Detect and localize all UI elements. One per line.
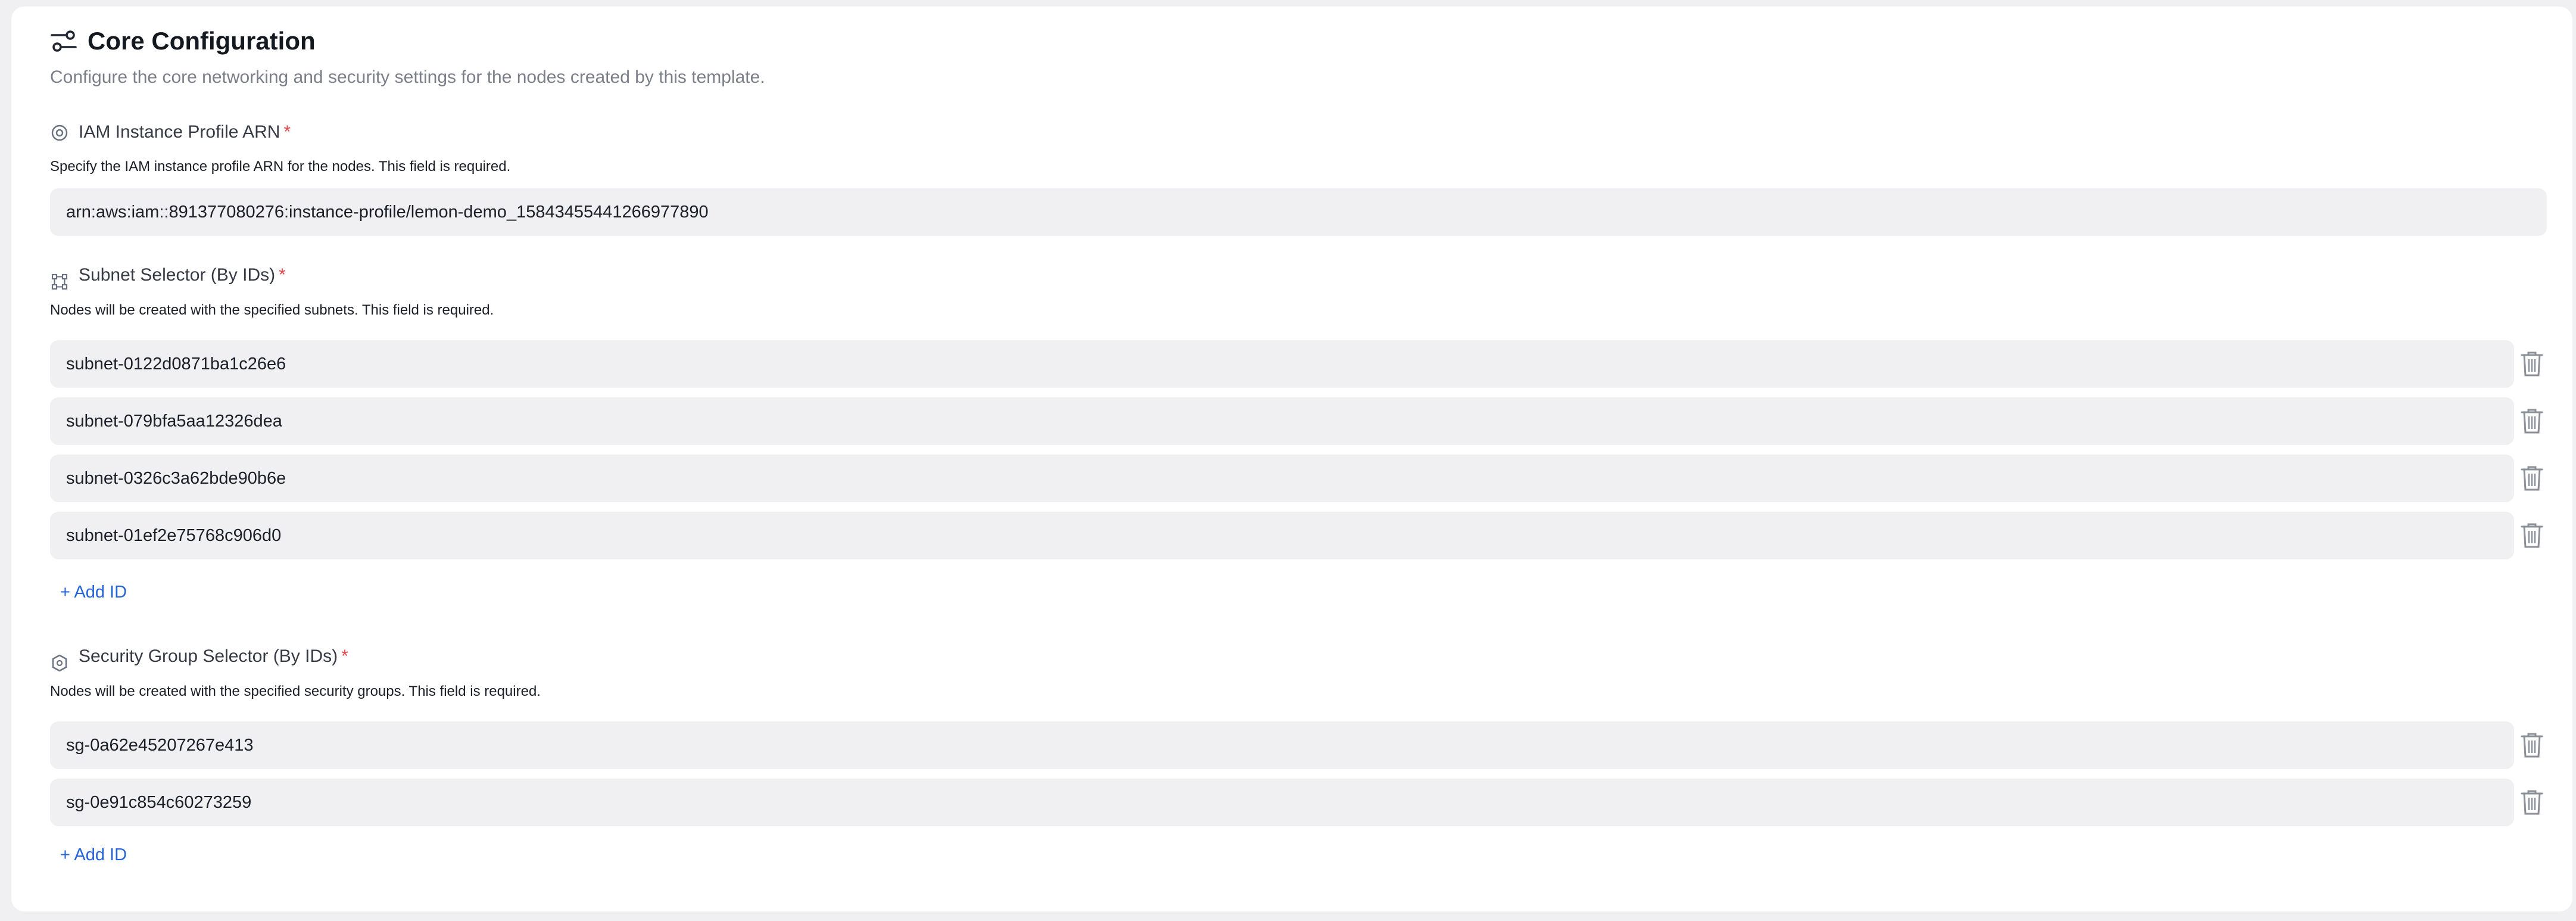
iam-help-text: Specify the IAM instance profile ARN for… bbox=[50, 158, 511, 175]
trash-icon[interactable] bbox=[2519, 732, 2544, 759]
security-group-id-input[interactable] bbox=[50, 721, 2514, 769]
page-title: Core Configuration bbox=[88, 27, 316, 55]
page-subtitle: Configure the core networking and securi… bbox=[50, 67, 765, 87]
shield-icon bbox=[52, 654, 67, 672]
subnet-id-input[interactable] bbox=[50, 455, 2514, 502]
security-group-help-text: Nodes will be created with the specified… bbox=[50, 683, 541, 699]
security-group-id-input[interactable] bbox=[50, 779, 2514, 826]
trash-icon[interactable] bbox=[2519, 789, 2544, 816]
required-mark: * bbox=[341, 646, 348, 666]
security-group-label-text: Security Group Selector (By IDs) bbox=[79, 646, 338, 666]
required-mark: * bbox=[283, 122, 291, 142]
subnet-id-input[interactable] bbox=[50, 512, 2514, 559]
subnet-id-input[interactable] bbox=[50, 340, 2514, 388]
trash-icon[interactable] bbox=[2519, 465, 2544, 492]
core-configuration-card: Core Configuration Configure the core ne… bbox=[11, 7, 2572, 911]
subnet-id-input[interactable] bbox=[50, 397, 2514, 445]
trash-icon[interactable] bbox=[2519, 407, 2544, 435]
iam-label: IAM Instance Profile ARN * bbox=[79, 120, 291, 144]
subnet-label: Subnet Selector (By IDs) * bbox=[79, 263, 286, 287]
network-icon bbox=[51, 273, 68, 290]
trash-icon[interactable] bbox=[2519, 350, 2544, 378]
security-group-label: Security Group Selector (By IDs) * bbox=[79, 645, 348, 668]
sliders-icon bbox=[51, 30, 77, 52]
subnet-label-text: Subnet Selector (By IDs) bbox=[79, 265, 276, 285]
trash-icon[interactable] bbox=[2519, 522, 2544, 549]
iam-label-text: IAM Instance Profile ARN bbox=[79, 122, 280, 142]
subnet-help-text: Nodes will be created with the specified… bbox=[50, 302, 494, 318]
add-security-group-id-button[interactable]: + Add ID bbox=[60, 843, 127, 867]
add-subnet-id-button[interactable]: + Add ID bbox=[60, 580, 127, 604]
target-icon bbox=[51, 125, 68, 141]
required-mark: * bbox=[279, 265, 286, 285]
iam-arn-input[interactable] bbox=[50, 188, 2547, 236]
